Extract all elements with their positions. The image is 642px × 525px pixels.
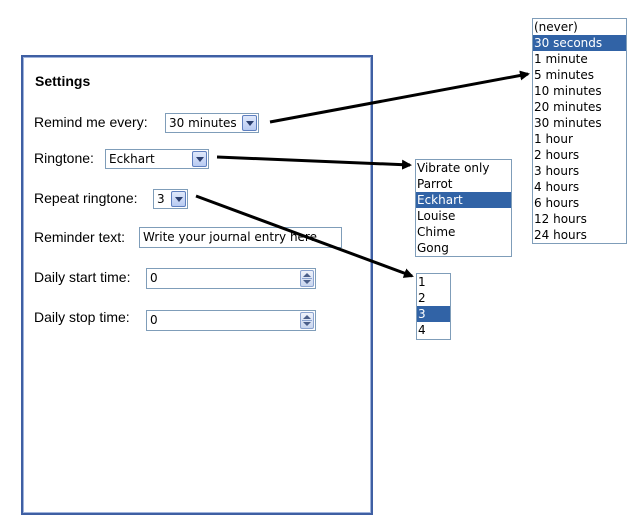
arrow-ringtone	[216, 155, 412, 170]
arrow-repeat	[195, 194, 414, 278]
annotation-arrows	[195, 70, 530, 278]
arrow-remind	[269, 70, 530, 124]
